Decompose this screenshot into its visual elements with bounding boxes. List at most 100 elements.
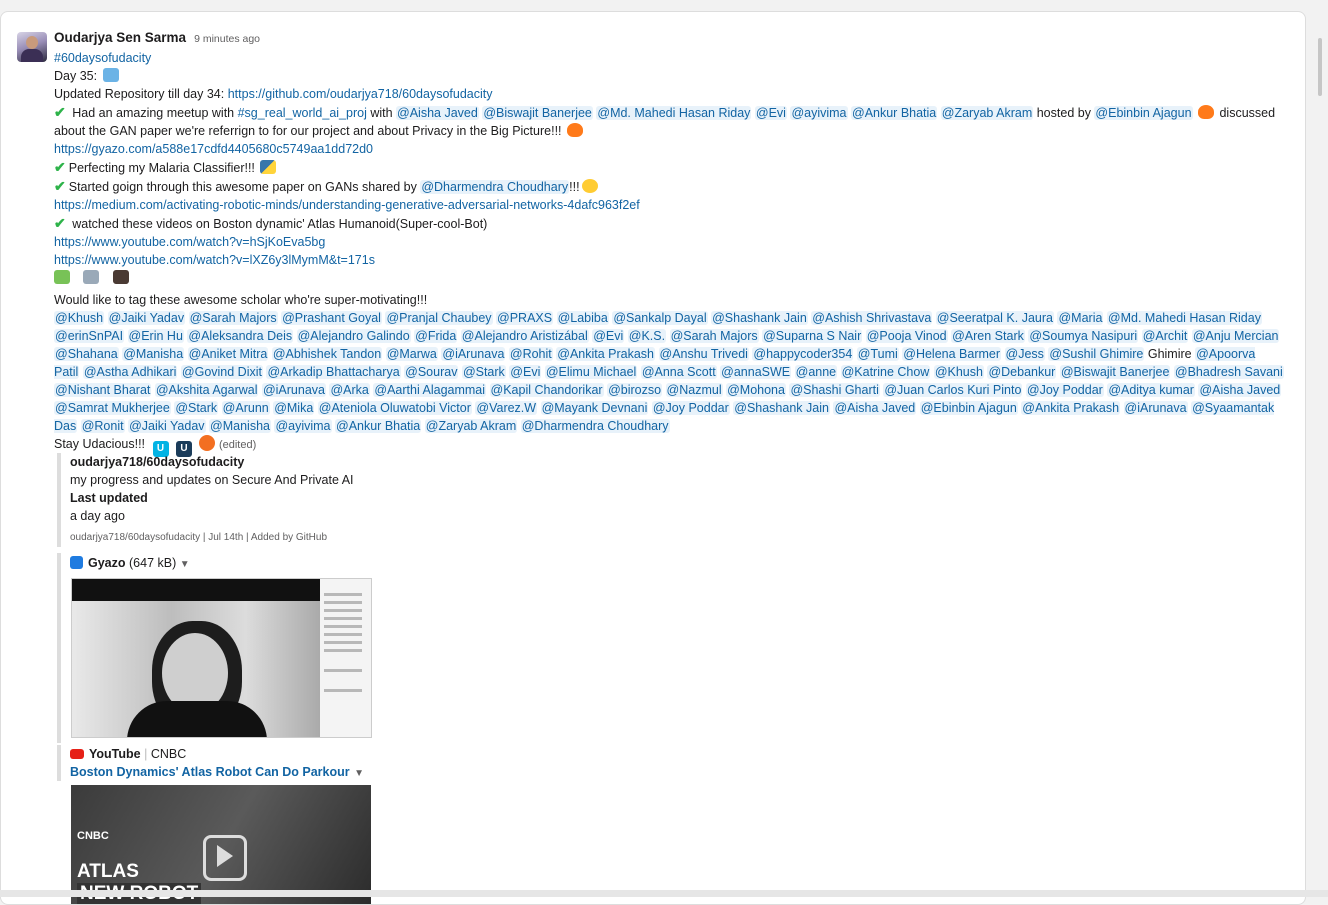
mention[interactable]: @Alejandro Galindo — [296, 329, 411, 343]
video-title[interactable]: Boston Dynamics' Atlas Robot Can Do Park… — [70, 765, 350, 779]
mention[interactable]: @Sushil Ghimire — [1048, 347, 1145, 361]
mention[interactable]: @Seeratpal K. Jaura — [935, 311, 1054, 325]
mention[interactable]: @Varez.W — [475, 401, 538, 415]
mention[interactable]: @Akshita Agarwal — [154, 383, 259, 397]
repo-link[interactable]: https://github.com/oudarjya718/60daysofu… — [228, 87, 493, 101]
mention[interactable]: @Mayank Devnani — [540, 401, 649, 415]
mention[interactable]: @ayivima — [274, 419, 332, 433]
mention[interactable]: @Archit — [1141, 329, 1189, 343]
mention[interactable]: @Mohona — [726, 383, 786, 397]
mention[interactable]: @Alejandro Aristizábal — [460, 329, 589, 343]
mention[interactable]: @Helena Barmer — [902, 347, 1002, 361]
mention[interactable]: @Md. Mahedi Hasan Riday — [596, 106, 752, 120]
mention[interactable]: @Anju Mercian — [1191, 329, 1280, 343]
mention[interactable]: @Zaryab Akram — [424, 419, 518, 433]
mention[interactable]: @Ankur Bhatia — [335, 419, 422, 433]
mention[interactable]: @Samrat Mukherjee — [54, 401, 171, 415]
mention[interactable]: @Nishant Bharat — [54, 383, 152, 397]
mention[interactable]: @Pooja Vinod — [865, 329, 948, 343]
mention[interactable]: @Evi — [592, 329, 625, 343]
mention[interactable]: @ayivima — [790, 106, 848, 120]
mention[interactable]: @Stark — [461, 365, 506, 379]
mention[interactable]: @Shashi Gharti — [789, 383, 880, 397]
mention[interactable]: @Abhishek Tandon — [271, 347, 383, 361]
mention[interactable]: @Elimu Michael — [544, 365, 638, 379]
mention[interactable]: @Marwa — [385, 347, 438, 361]
mention[interactable]: @Zaryab Akram — [940, 106, 1034, 120]
mention[interactable]: @Ankita Prakash — [1021, 401, 1121, 415]
youtube-link-1[interactable]: https://www.youtube.com/watch?v=hSjKoEva… — [54, 235, 325, 249]
mention[interactable]: @Stark — [174, 401, 219, 415]
mention[interactable]: @Shashank Jain — [733, 401, 830, 415]
mention[interactable]: @iArunava — [1123, 401, 1188, 415]
mention[interactable]: @Mika — [273, 401, 315, 415]
mention[interactable]: @Aisha Javed — [833, 401, 917, 415]
avatar[interactable] — [17, 32, 47, 62]
mention[interactable]: @Nazmul — [665, 383, 723, 397]
channel-link[interactable]: #sg_real_world_ai_proj — [238, 106, 367, 120]
mention[interactable]: @Erin Hu — [127, 329, 184, 343]
mention[interactable]: @Sarah Majors — [669, 329, 759, 343]
mention[interactable]: @Khush — [933, 365, 984, 379]
mention[interactable]: @Dharmendra Choudhary — [520, 419, 670, 433]
mention[interactable]: @Ateniola Oluwatobi Victor — [317, 401, 472, 415]
mention[interactable]: @PRAXS — [496, 311, 554, 325]
mention[interactable]: @Juan Carlos Kuri Pinto — [883, 383, 1023, 397]
mention[interactable]: @iArunava — [261, 383, 326, 397]
medium-link[interactable]: https://medium.com/activating-robotic-mi… — [54, 198, 640, 212]
youtube-link-2[interactable]: https://www.youtube.com/watch?v=lXZ6y3lM… — [54, 253, 375, 267]
mention[interactable]: @Biswajit Banerjee — [1059, 365, 1171, 379]
mention[interactable]: @Joy Poddar — [651, 401, 730, 415]
mention[interactable]: @iArunava — [441, 347, 506, 361]
mention[interactable]: @Govind Dixit — [180, 365, 263, 379]
mention[interactable]: @Prashant Goyal — [281, 311, 382, 325]
mention[interactable]: @Frida — [414, 329, 458, 343]
mention[interactable]: @erinSnPAI — [54, 329, 125, 343]
mention[interactable]: @Aarthi Alagammai — [373, 383, 487, 397]
mention[interactable]: @Aniket Mitra — [187, 347, 269, 361]
mention[interactable]: @Biswajit Banerjee — [482, 106, 593, 120]
mention[interactable]: @Shahana — [54, 347, 119, 361]
mention[interactable]: @Ankita Prakash — [556, 347, 656, 361]
mention[interactable]: @Debankur — [987, 365, 1057, 379]
mention[interactable]: @Sankalp Dayal — [612, 311, 708, 325]
mention[interactable]: @Aren Stark — [951, 329, 1025, 343]
mention[interactable]: @Pranjal Chaubey — [385, 311, 493, 325]
mention[interactable]: @annaSWE — [720, 365, 792, 379]
mention[interactable]: @Ashish Shrivastava — [811, 311, 933, 325]
mention[interactable]: @Labiba — [556, 311, 609, 325]
mention[interactable]: @birozso — [607, 383, 663, 397]
mention[interactable]: @Jess — [1004, 347, 1045, 361]
mention[interactable]: @Katrine Chow — [840, 365, 931, 379]
mention[interactable]: @Sourav — [404, 365, 459, 379]
mention[interactable]: @Joy Poddar — [1025, 383, 1104, 397]
mention[interactable]: @Jaiki Yadav — [128, 419, 206, 433]
mention[interactable]: @Ebinbin Ajagun — [919, 401, 1018, 415]
mention[interactable]: @Evi — [509, 365, 542, 379]
mention[interactable]: @Aisha Javed — [396, 106, 479, 120]
attachment-title[interactable]: oudarjya718/60daysofudacity — [70, 453, 470, 471]
chevron-down-icon[interactable]: ▼ — [180, 559, 190, 570]
mention[interactable]: @Anshu Trivedi — [658, 347, 749, 361]
mention[interactable]: @Tumi — [856, 347, 899, 361]
mention[interactable]: @Anna Scott — [640, 365, 717, 379]
timestamp[interactable]: 9 minutes ago — [194, 33, 260, 45]
chevron-down-icon[interactable]: ▼ — [354, 768, 364, 779]
video-thumbnail[interactable]: CNBC ATLAS NEW ROBOT — [71, 785, 371, 904]
mention[interactable]: @Arka — [329, 383, 370, 397]
author-name[interactable]: Oudarjya Sen Sarma — [54, 30, 186, 45]
mention[interactable]: @Sarah Majors — [188, 311, 278, 325]
mention[interactable]: @Manisha — [209, 419, 271, 433]
mention[interactable]: @happycoder354 — [752, 347, 854, 361]
mention[interactable]: @Kapil Chandorikar — [489, 383, 604, 397]
mention[interactable]: @Bhadresh Savani — [1173, 365, 1284, 379]
mention[interactable]: @Dharmendra Choudhary — [420, 180, 570, 194]
gyazo-image[interactable] — [71, 578, 372, 738]
mention[interactable]: @Aditya kumar — [1107, 383, 1195, 397]
mention[interactable]: @Ronit — [80, 419, 125, 433]
mention[interactable]: @Evi — [754, 106, 787, 120]
mention[interactable]: @Astha Adhikari — [82, 365, 178, 379]
mention[interactable]: @Jaiki Yadav — [107, 311, 186, 325]
mention[interactable]: @K.S. — [627, 329, 667, 343]
mention[interactable]: @Arunn — [221, 401, 270, 415]
